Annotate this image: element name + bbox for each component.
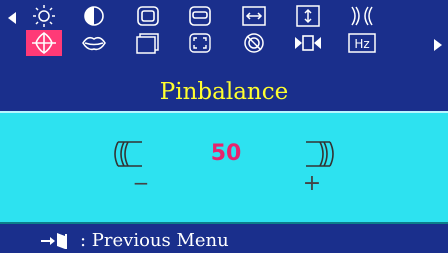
- pinbalance-left-icon: [114, 141, 142, 167]
- footer-label: : Previous Menu: [80, 230, 229, 251]
- zoom-icon[interactable]: [182, 30, 218, 56]
- refresh-rate-icon[interactable]: Hz: [344, 30, 380, 56]
- brightness-icon[interactable]: [26, 3, 62, 29]
- menu-title: Pinbalance: [159, 79, 289, 105]
- arrow-right-icon[interactable]: [434, 39, 442, 51]
- degauss-icon[interactable]: [236, 30, 272, 56]
- v-size-icon[interactable]: [182, 3, 218, 29]
- icon-row-top: [0, 3, 448, 31]
- svg-text:Hz: Hz: [354, 37, 369, 51]
- pinbalance-right-icon: [306, 141, 334, 167]
- reset-icon[interactable]: [290, 30, 326, 56]
- h-size-icon[interactable]: [130, 3, 166, 29]
- exit-icon[interactable]: [40, 231, 74, 251]
- contrast-icon[interactable]: [76, 3, 112, 29]
- pinbalance-value: 50: [210, 141, 242, 166]
- adjust-panel: 50 − +: [0, 111, 448, 224]
- rotation-icon[interactable]: [130, 30, 166, 56]
- osd-menu: Hz Pinbalance 50 − +: Previous Menu: [0, 0, 448, 253]
- parallelogram-icon[interactable]: [76, 30, 112, 56]
- decrease-button[interactable]: −: [126, 171, 156, 195]
- pinbalance-icon[interactable]: [26, 30, 62, 56]
- v-position-icon[interactable]: [290, 3, 326, 29]
- arrow-left-icon[interactable]: [8, 12, 16, 24]
- h-position-icon[interactable]: [236, 3, 272, 29]
- pincushion-icon[interactable]: [344, 3, 380, 29]
- icon-row-bottom: Hz: [0, 30, 448, 58]
- footer: : Previous Menu: [0, 228, 448, 253]
- increase-button[interactable]: +: [297, 171, 327, 196]
